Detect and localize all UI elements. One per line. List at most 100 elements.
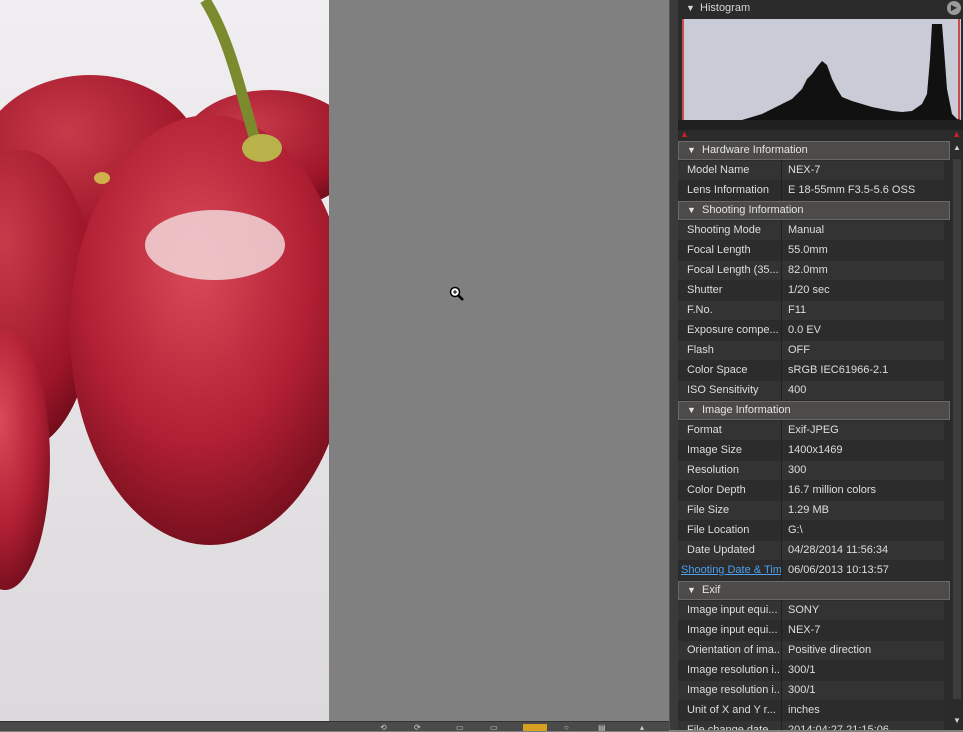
scroll-thumb[interactable] <box>953 159 961 699</box>
scroll-up-icon[interactable]: ▲ <box>952 143 962 155</box>
column-divider <box>781 161 782 180</box>
property-key: Focal Length (35... <box>687 264 779 276</box>
collapse-triangle-icon: ▼ <box>687 205 696 215</box>
property-key: ISO Sensitivity <box>687 384 759 396</box>
section-header[interactable]: ▼ Shooting Information <box>678 201 950 220</box>
property-key: Orientation of ima... <box>687 644 779 656</box>
property-key: Date Updated <box>687 544 755 556</box>
property-key: Model Name <box>687 164 750 176</box>
property-row[interactable]: Shooting Mode Manual <box>678 221 944 240</box>
property-value: inches <box>788 704 820 716</box>
property-key: Resolution <box>687 464 739 476</box>
histogram-plot <box>682 19 961 120</box>
scroll-down-icon[interactable]: ▼ <box>952 716 962 728</box>
property-row[interactable]: Model Name NEX-7 <box>678 161 944 180</box>
property-row[interactable]: Image resolution i... 300/1 <box>678 681 944 700</box>
histogram-title: Histogram <box>700 2 751 14</box>
property-value: 400 <box>788 384 807 396</box>
column-divider <box>781 701 782 720</box>
property-row[interactable]: Color Space sRGB IEC61966-2.1 <box>678 361 944 380</box>
property-value: 1/20 sec <box>788 284 830 296</box>
section-title: Exif <box>702 584 721 596</box>
property-row[interactable]: File change date... 2014:04:27 21:15:06 <box>678 721 944 730</box>
column-divider <box>781 321 782 340</box>
properties-list: ▼ Hardware Information Model Name NEX-7 Lens… <box>678 141 963 730</box>
section-title: Hardware Information <box>702 144 808 156</box>
right-clip-marker-icon: ▲ <box>952 129 961 139</box>
property-value: Exif-JPEG <box>788 424 839 436</box>
property-row[interactable]: File Location G:\ <box>678 521 944 540</box>
property-value: F11 <box>788 304 807 316</box>
property-row[interactable]: Image input equi... SONY <box>678 601 944 620</box>
section-header[interactable]: ▼ Exif <box>678 581 950 600</box>
property-key: Color Space <box>687 364 748 376</box>
property-value: 16.7 million colors <box>788 484 877 496</box>
property-row[interactable]: Flash OFF <box>678 341 944 360</box>
left-clip-marker-icon: ▲ <box>680 129 689 139</box>
property-row[interactable]: Unit of X and Y r... inches <box>678 701 944 720</box>
property-value: 55.0mm <box>788 244 828 256</box>
column-divider <box>781 461 782 480</box>
property-row[interactable]: Image input equi... NEX-7 <box>678 621 944 640</box>
image-viewer[interactable] <box>0 0 669 721</box>
property-key: Image input equi... <box>687 604 778 616</box>
section-header[interactable]: ▼ Hardware Information <box>678 141 950 160</box>
play-icon[interactable]: ▶ <box>947 1 961 15</box>
column-divider <box>781 661 782 680</box>
property-row[interactable]: Image resolution i... 300/1 <box>678 661 944 680</box>
property-key: Color Depth <box>687 484 746 496</box>
column-divider <box>781 241 782 260</box>
histogram-slider-track <box>678 120 963 130</box>
column-divider <box>781 641 782 660</box>
histogram-clip-markers: ▲ ▲ <box>678 129 963 140</box>
property-value: NEX-7 <box>788 164 821 176</box>
property-row[interactable]: Exposure compe... 0.0 EV <box>678 321 944 340</box>
property-key[interactable]: Shooting Date & Time <box>681 564 781 576</box>
section-header[interactable]: ▼ Image Information <box>678 401 950 420</box>
property-key: Flash <box>687 344 714 356</box>
property-row[interactable]: Orientation of ima... Positive direction <box>678 641 944 660</box>
property-row[interactable]: Lens Information E 18-55mm F3.5-5.6 OSS <box>678 181 944 200</box>
histogram-header[interactable]: ▼ Histogram ▶ <box>678 0 963 18</box>
property-row[interactable]: Focal Length (35... 82.0mm <box>678 261 944 280</box>
column-divider <box>781 441 782 460</box>
property-row[interactable]: File Size 1.29 MB <box>678 501 944 520</box>
property-row[interactable]: Image Size 1400x1469 <box>678 441 944 460</box>
property-value: 300/1 <box>788 664 816 676</box>
property-key: Image resolution i... <box>687 664 779 676</box>
property-row[interactable]: Focal Length 55.0mm <box>678 241 944 260</box>
property-value: OFF <box>788 344 810 356</box>
column-divider <box>781 181 782 200</box>
property-value: E 18-55mm F3.5-5.6 OSS <box>788 184 916 196</box>
column-divider <box>781 541 782 560</box>
property-value: SONY <box>788 604 820 616</box>
properties-scrollbar[interactable]: ▲ ▼ <box>951 141 963 730</box>
column-divider <box>781 621 782 640</box>
property-value: NEX-7 <box>788 624 821 636</box>
property-key: Image Size <box>687 444 743 456</box>
property-key: Shooting Mode <box>687 224 761 236</box>
column-divider <box>781 361 782 380</box>
zoom-cursor-icon <box>449 286 464 301</box>
property-row[interactable]: Format Exif-JPEG <box>678 421 944 440</box>
column-divider <box>781 381 782 400</box>
property-key: File change date... <box>687 724 778 730</box>
property-row[interactable]: Color Depth 16.7 million colors <box>678 481 944 500</box>
column-divider <box>781 281 782 300</box>
property-value: 300/1 <box>788 684 816 696</box>
property-value: 0.0 EV <box>788 324 822 336</box>
column-divider <box>781 521 782 540</box>
property-row[interactable]: Date Updated 04/28/2014 11:56:34 <box>678 541 944 560</box>
property-row[interactable]: Resolution 300 <box>678 461 944 480</box>
property-row[interactable]: Shooting Date & Time 06/06/2013 10:13:57 <box>678 561 944 580</box>
property-value: G:\ <box>788 524 803 536</box>
property-value: Manual <box>788 224 825 236</box>
collapse-triangle-icon: ▼ <box>687 585 696 595</box>
panel-splitter[interactable] <box>669 0 678 730</box>
property-row[interactable]: Shutter 1/20 sec <box>678 281 944 300</box>
property-row[interactable]: ISO Sensitivity 400 <box>678 381 944 400</box>
column-divider <box>781 261 782 280</box>
property-value: sRGB IEC61966-2.1 <box>788 364 889 376</box>
property-key: Exposure compe... <box>687 324 779 336</box>
property-row[interactable]: F.No. F11 <box>678 301 944 320</box>
